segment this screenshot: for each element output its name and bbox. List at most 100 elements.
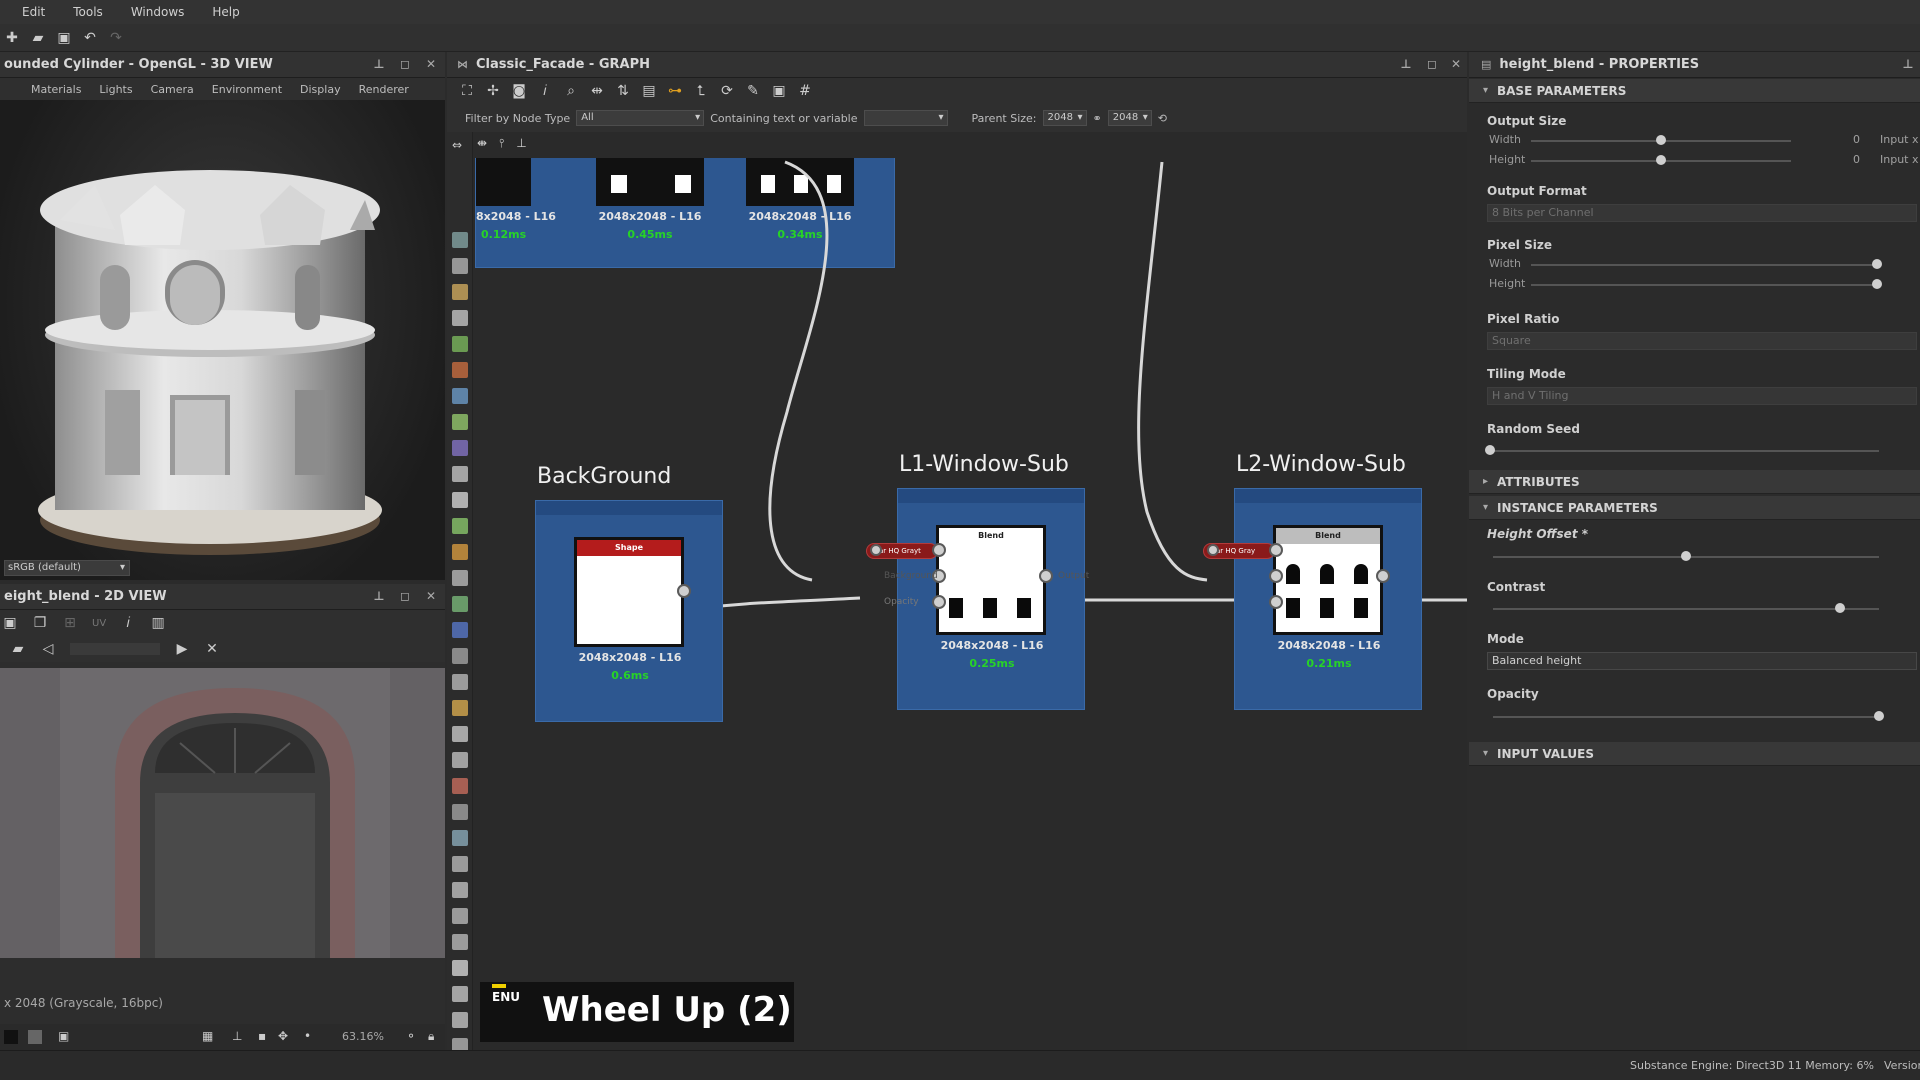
play-icon[interactable]: ▶: [174, 641, 190, 657]
blend-2-background-port[interactable]: [1269, 569, 1283, 583]
fit-icon[interactable]: ✕: [204, 641, 220, 657]
shape-output-port[interactable]: [677, 584, 691, 598]
grid-icon[interactable]: ▦: [202, 1029, 213, 1043]
viewport-3d[interactable]: [0, 100, 445, 580]
pixel-ratio-dropdown[interactable]: Square: [1487, 332, 1917, 350]
opacity-handle[interactable]: [1874, 711, 1884, 721]
menu-tools[interactable]: Tools: [59, 5, 117, 19]
blend-1-pin-port[interactable]: [870, 544, 882, 556]
pin-icon[interactable]: ⊥: [372, 57, 386, 71]
colorspace-dropdown[interactable]: sRGB (default) ▾: [4, 560, 130, 576]
output-height-suffix[interactable]: Input x: [1880, 153, 1919, 166]
close-icon[interactable]: ✕: [1449, 57, 1463, 71]
frame-all-icon[interactable]: ⛶: [459, 83, 475, 99]
size-dropdown[interactable]: 2048 ▾: [1107, 110, 1152, 126]
menu-windows[interactable]: Windows: [117, 5, 199, 19]
link-size-icon[interactable]: ⚭: [1093, 112, 1102, 125]
tab-lights[interactable]: Lights: [90, 83, 141, 96]
connect-icon[interactable]: ⮤: [693, 83, 709, 99]
mode-dropdown[interactable]: Balanced height: [1487, 652, 1917, 670]
blend-2-output-port[interactable]: [1376, 569, 1390, 583]
uv-icon[interactable]: ⊞: [62, 615, 78, 631]
output-width-suffix[interactable]: Input x: [1880, 133, 1919, 146]
section-instance-parameters[interactable]: ▾ INSTANCE PARAMETERS: [1469, 496, 1920, 520]
pixel-height-slider[interactable]: [1531, 284, 1881, 286]
pixel-width-handle[interactable]: [1872, 259, 1882, 269]
histogram-icon[interactable]: ▥: [150, 615, 166, 631]
layout-icon[interactable]: ▤: [641, 83, 657, 99]
frame-l2-window-sub[interactable]: Blend ar HQ Gray 2048x2048 - L16 0.21ms: [1203, 488, 1422, 710]
height-offset-handle[interactable]: [1681, 551, 1691, 561]
contrast-slider[interactable]: [1493, 608, 1879, 610]
tab-display[interactable]: Display: [291, 83, 350, 96]
grid-icon[interactable]: #: [797, 83, 813, 99]
zoom-value[interactable]: 63.16%: [342, 1030, 384, 1043]
blend-1-foreground-port[interactable]: [932, 543, 946, 557]
save-image-icon[interactable]: ▣: [2, 615, 18, 631]
viewport-2d[interactable]: [0, 668, 445, 958]
dot-icon[interactable]: •: [304, 1029, 311, 1043]
node-type-dropdown[interactable]: All ▾: [576, 110, 705, 126]
blend-node-1[interactable]: Blend: [936, 525, 1046, 635]
output-height-handle[interactable]: [1656, 155, 1666, 165]
tab-environment[interactable]: Environment: [203, 83, 291, 96]
gray-swatch-icon[interactable]: [28, 1030, 42, 1044]
output-format-dropdown[interactable]: 8 Bits per Channel: [1487, 204, 1917, 222]
link-mode-icon[interactable]: ⊶: [667, 83, 683, 99]
reset-icon[interactable]: ⟲: [1158, 112, 1167, 125]
tab-camera[interactable]: Camera: [142, 83, 203, 96]
frame-l1-window-sub[interactable]: Blend ar HQ Grayt Background Opacity Out…: [866, 488, 1089, 710]
frame-slider[interactable]: [70, 643, 160, 655]
frame-selected-icon[interactable]: ✢: [485, 83, 501, 99]
pixel-width-slider[interactable]: [1531, 264, 1881, 266]
snapshot-icon[interactable]: ▣: [771, 83, 787, 99]
lock-icon[interactable]: 🔒︎: [428, 1029, 434, 1044]
frame-background[interactable]: Shape 2048x2048 - L16 0.6ms: [535, 500, 723, 722]
output-width-value[interactable]: 0: [1853, 133, 1860, 146]
blend-2-pin-port[interactable]: [1207, 544, 1219, 556]
output-height-value[interactable]: 0: [1853, 153, 1860, 166]
menu-help[interactable]: Help: [198, 5, 253, 19]
menu-edit[interactable]: Edit: [8, 5, 59, 19]
section-input-values[interactable]: ▾ INPUT VALUES: [1469, 742, 1920, 766]
search-text-input[interactable]: ▾: [863, 110, 948, 126]
float-icon[interactable]: ◻: [398, 589, 412, 603]
random-seed-slider[interactable]: [1489, 450, 1879, 452]
center-icon[interactable]: ✥: [278, 1029, 288, 1043]
blend-1-output-port[interactable]: [1039, 569, 1053, 583]
folder-icon[interactable]: ▰: [10, 641, 26, 657]
info-icon[interactable]: 𝑖: [537, 83, 553, 99]
fit-icon[interactable]: ▪: [258, 1029, 266, 1043]
search-icon[interactable]: ⌕: [563, 83, 579, 99]
parent-size-dropdown[interactable]: 2048 ▾: [1042, 110, 1087, 126]
info-icon[interactable]: 𝑖: [120, 615, 136, 631]
align-vertical-icon[interactable]: ⇅: [615, 83, 631, 99]
refresh-icon[interactable]: ⟳: [719, 83, 735, 99]
align-horizontal-icon[interactable]: ⇹: [589, 83, 605, 99]
blend-node-2[interactable]: Blend: [1273, 525, 1383, 635]
pin-icon[interactable]: ⊥: [1399, 57, 1413, 71]
pin-icon[interactable]: ⊥: [372, 589, 386, 603]
graph-canvas[interactable]: ⇔ ⇼ ⫯ ⊥ 8x2048 - L16 0.12ms 2048x2048 - …: [447, 132, 1467, 1050]
close-icon[interactable]: ✕: [424, 589, 438, 603]
pixel-height-handle[interactable]: [1872, 279, 1882, 289]
uv-label[interactable]: UV: [92, 618, 106, 629]
close-icon[interactable]: ✕: [424, 57, 438, 71]
open-folder-icon[interactable]: ▰: [30, 30, 46, 46]
output-width-handle[interactable]: [1656, 135, 1666, 145]
settings-icon[interactable]: ⚬: [406, 1029, 416, 1043]
random-seed-handle[interactable]: [1485, 445, 1495, 455]
tab-materials[interactable]: Materials: [22, 83, 90, 96]
float-icon[interactable]: ◻: [1425, 57, 1439, 71]
blend-2-opacity-port[interactable]: [1269, 595, 1283, 609]
new-file-icon[interactable]: ✚: [4, 30, 20, 46]
display-icon[interactable]: ▣: [58, 1029, 69, 1043]
prev-icon[interactable]: ◁: [40, 641, 56, 657]
opacity-slider[interactable]: [1493, 716, 1879, 718]
camera-icon[interactable]: ◙: [511, 83, 527, 99]
tiling-mode-dropdown[interactable]: H and V Tiling: [1487, 387, 1917, 405]
tab-renderer[interactable]: Renderer: [350, 83, 418, 96]
tools-icon[interactable]: ✎: [745, 83, 761, 99]
copy-icon[interactable]: ❐: [32, 615, 48, 631]
undo-icon[interactable]: ↶: [82, 30, 98, 46]
